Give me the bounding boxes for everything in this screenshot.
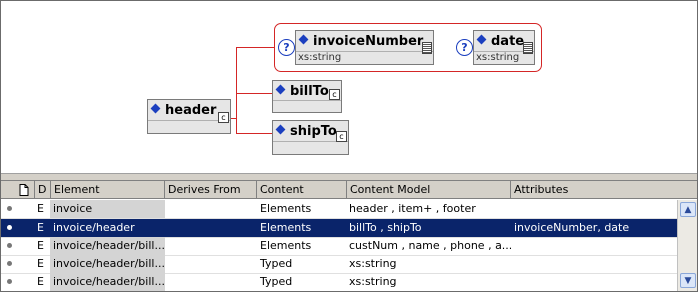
cell-d: E bbox=[37, 221, 44, 234]
element-table: D Element Derives From Content Content M… bbox=[1, 181, 697, 291]
cell-element: invoice/header/bill... bbox=[50, 237, 165, 255]
attribute-invoiceNumber[interactable]: invoiceNumber xs:string bbox=[295, 30, 434, 65]
cell-content-model: xs:string bbox=[349, 275, 397, 288]
column-icon[interactable] bbox=[1, 181, 35, 199]
attribute-label: date bbox=[476, 34, 524, 49]
optional-attribute-icon: ? bbox=[278, 39, 295, 56]
column-header-d[interactable]: D bbox=[35, 181, 51, 199]
row-bullet-icon bbox=[7, 225, 12, 230]
cell-content: Elements bbox=[260, 221, 312, 234]
table-row[interactable]: E invoice Elements header , item+ , foot… bbox=[1, 200, 677, 218]
column-header-content[interactable]: Content bbox=[257, 181, 347, 199]
row-bullet-icon bbox=[7, 279, 12, 284]
cell-element: invoice bbox=[50, 200, 165, 218]
list-icon bbox=[422, 42, 432, 54]
connector-line bbox=[236, 47, 237, 134]
cell-element: invoice/header/bill... bbox=[50, 255, 165, 273]
complex-type-icon: c bbox=[336, 131, 347, 142]
cell-d: E bbox=[37, 239, 44, 252]
element-shipTo[interactable]: shipTo c bbox=[272, 120, 349, 155]
cell-derives bbox=[165, 200, 257, 218]
cell-content-model: header , item+ , footer bbox=[349, 202, 476, 215]
vertical-scrollbar[interactable]: ▲ ▼ bbox=[677, 200, 697, 291]
cell-element: invoice/header bbox=[50, 219, 165, 237]
element-diamond-icon bbox=[275, 84, 286, 95]
cell-attributes: invoiceNumber, date bbox=[514, 221, 630, 234]
cell-content-model: xs:string bbox=[349, 257, 397, 270]
column-header-attributes[interactable]: Attributes bbox=[511, 181, 697, 199]
table-row[interactable]: E invoice/header/bill... Typed xs:string bbox=[1, 255, 677, 273]
row-bullet-icon bbox=[7, 243, 12, 248]
cell-content: Typed bbox=[260, 275, 293, 288]
table-row[interactable]: E invoice/header/bill... Typed xs:string bbox=[1, 273, 677, 291]
cell-content-model: custNum , name , phone , a... bbox=[349, 239, 511, 252]
table-header: D Element Derives From Content Content M… bbox=[1, 181, 697, 199]
cell-derives bbox=[165, 273, 257, 291]
cell-attributes bbox=[511, 200, 677, 218]
column-header-element[interactable]: Element bbox=[51, 181, 165, 199]
connector-line bbox=[236, 93, 273, 94]
connector-line bbox=[236, 47, 274, 48]
row-bullet-icon bbox=[7, 261, 12, 266]
cell-derives bbox=[165, 219, 257, 237]
cell-attributes bbox=[511, 255, 677, 273]
element-label: billTo bbox=[275, 84, 329, 99]
document-icon bbox=[19, 184, 29, 196]
schema-diagram: ? invoiceNumber xs:string ? date xs:stri… bbox=[1, 1, 697, 173]
attribute-date[interactable]: date xs:string bbox=[473, 30, 535, 65]
cell-d: E bbox=[37, 275, 44, 288]
element-label: shipTo bbox=[275, 124, 337, 139]
column-header-derives-from[interactable]: Derives From bbox=[165, 181, 257, 199]
schema-editor-window: ? invoiceNumber xs:string ? date xs:stri… bbox=[0, 0, 698, 292]
cell-d: E bbox=[37, 257, 44, 270]
arrow-down-icon[interactable]: ▼ bbox=[680, 273, 696, 288]
cell-content: Elements bbox=[260, 239, 312, 252]
cell-content: Typed bbox=[260, 257, 293, 270]
attribute-type: xs:string bbox=[298, 52, 342, 63]
attribute-type: xs:string bbox=[476, 52, 520, 63]
list-icon bbox=[523, 42, 533, 54]
element-diamond-icon bbox=[150, 103, 161, 114]
attribute-label: invoiceNumber bbox=[298, 34, 423, 49]
table-row[interactable]: E invoice/header/bill... Elements custNu… bbox=[1, 237, 677, 255]
element-label: header bbox=[150, 103, 216, 118]
separator bbox=[273, 100, 341, 101]
element-header[interactable]: header c bbox=[147, 99, 231, 134]
optional-attribute-icon: ? bbox=[456, 39, 473, 56]
complex-type-icon: c bbox=[218, 112, 229, 123]
element-billTo[interactable]: billTo c bbox=[272, 80, 342, 113]
cell-derives bbox=[165, 237, 257, 255]
cell-derives bbox=[165, 255, 257, 273]
connector-line bbox=[236, 133, 273, 134]
cell-d: E bbox=[37, 202, 44, 215]
cell-content-model: billTo , shipTo bbox=[349, 221, 422, 234]
cell-element: invoice/header/bill... bbox=[50, 273, 165, 291]
element-diamond-icon bbox=[476, 34, 487, 45]
element-diamond-icon bbox=[275, 124, 286, 135]
complex-type-icon: c bbox=[329, 89, 340, 100]
arrow-up-icon[interactable]: ▲ bbox=[680, 202, 696, 217]
element-diamond-icon bbox=[298, 34, 309, 45]
cell-content: Elements bbox=[260, 202, 312, 215]
row-bullet-icon bbox=[7, 206, 12, 211]
cell-attributes bbox=[511, 273, 677, 291]
column-header-content-model[interactable]: Content Model bbox=[347, 181, 511, 199]
cell-attributes bbox=[511, 237, 677, 255]
pane-splitter[interactable] bbox=[1, 173, 697, 181]
table-row-selected[interactable]: E invoice/header Elements billTo , shipT… bbox=[1, 219, 677, 237]
